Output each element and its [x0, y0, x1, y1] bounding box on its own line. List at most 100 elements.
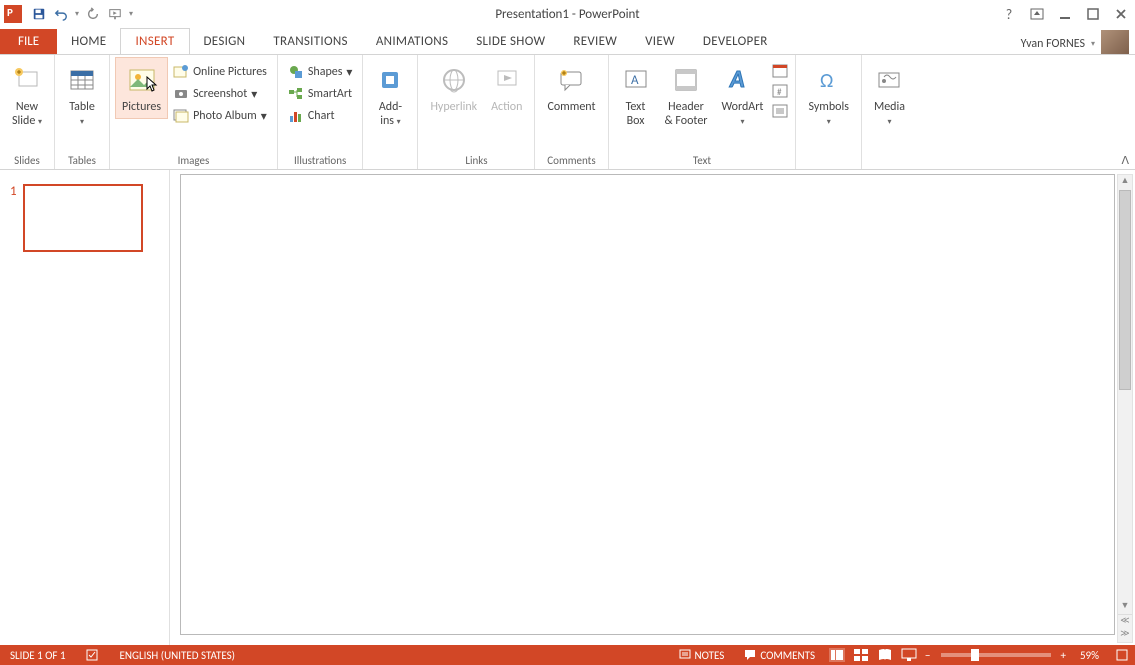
next-slide-icon[interactable]: ≫: [1118, 628, 1132, 642]
group-label-text: Text: [615, 154, 790, 169]
status-language[interactable]: ENGLISH (UNITED STATES): [110, 649, 245, 662]
user-dropdown-icon[interactable]: ▾: [1091, 39, 1095, 49]
fit-to-window-button[interactable]: [1109, 648, 1135, 662]
tab-insert[interactable]: INSERT: [120, 28, 189, 55]
group-label-illustrations: Illustrations: [284, 154, 357, 169]
online-pictures-icon: [173, 64, 189, 80]
zoom-slider[interactable]: [941, 653, 1051, 657]
smartart-icon: [288, 86, 304, 102]
notes-icon: [679, 649, 691, 661]
thumbnail-number: 1: [10, 184, 17, 252]
redo-icon[interactable]: [82, 3, 104, 25]
title-bar: ▾ ▾ Presentation1 - PowerPoint ?: [0, 0, 1135, 28]
tab-slideshow[interactable]: SLIDE SHOW: [462, 29, 559, 54]
zoom-slider-knob[interactable]: [971, 649, 979, 661]
maximize-icon[interactable]: [1083, 4, 1103, 24]
tab-review[interactable]: REVIEW: [559, 29, 631, 54]
undo-icon[interactable]: [50, 3, 72, 25]
smartart-button[interactable]: SmartArt: [284, 84, 357, 104]
screenshot-button[interactable]: Screenshot ▾: [169, 84, 271, 104]
screenshot-icon: [173, 86, 189, 102]
zoom-level[interactable]: 59%: [1070, 649, 1109, 662]
addins-button[interactable]: Add- ins ▾: [369, 58, 411, 133]
undo-dropdown-icon[interactable]: ▾: [72, 3, 82, 25]
group-addins: Add- ins ▾: [363, 55, 418, 169]
window-title: Presentation1 - PowerPoint: [0, 7, 1135, 22]
svg-text:A: A: [631, 73, 639, 88]
tab-transitions[interactable]: TRANSITIONS: [259, 29, 361, 54]
new-slide-button[interactable]: New Slide ▾: [6, 58, 48, 133]
start-from-beginning-icon[interactable]: [104, 3, 126, 25]
ribbon-display-icon[interactable]: [1027, 4, 1047, 24]
date-time-button[interactable]: [771, 62, 789, 80]
table-button[interactable]: Table▾: [61, 58, 103, 133]
zoom-in-button[interactable]: +: [1057, 649, 1070, 662]
group-label-addins: [369, 167, 411, 169]
thumbnail-preview[interactable]: [23, 184, 143, 252]
view-slideshow-button[interactable]: [897, 648, 921, 662]
shapes-icon: [288, 64, 304, 80]
cursor-icon: [146, 76, 160, 92]
qat-customize-icon[interactable]: ▾: [126, 3, 136, 25]
collapse-ribbon-icon[interactable]: ᐱ: [1121, 154, 1129, 167]
normal-view-icon: [829, 648, 845, 662]
tab-home[interactable]: HOME: [57, 29, 120, 54]
group-label-links: Links: [424, 154, 528, 169]
fit-icon: [1115, 648, 1129, 662]
action-button[interactable]: Action: [485, 58, 528, 118]
sorter-view-icon: [853, 648, 869, 662]
group-label-media: [868, 167, 911, 169]
slideshow-view-icon: [901, 648, 917, 662]
status-notes[interactable]: NOTES: [669, 649, 735, 662]
close-icon[interactable]: [1111, 4, 1131, 24]
scroll-thumb[interactable]: [1119, 190, 1131, 390]
user-name: Yvan FORNES: [1021, 37, 1085, 51]
tab-design[interactable]: DESIGN: [190, 29, 260, 54]
status-spellcheck[interactable]: [76, 648, 110, 662]
thumbnail-1[interactable]: 1: [10, 184, 159, 252]
status-slide-count[interactable]: SLIDE 1 OF 1: [0, 649, 76, 662]
chart-button[interactable]: Chart: [284, 106, 357, 126]
online-pictures-button[interactable]: Online Pictures: [169, 62, 271, 82]
photo-album-button[interactable]: Photo Album ▾: [169, 106, 271, 126]
group-text: A Text Box Header & Footer A WordArt▾ # …: [609, 55, 797, 169]
group-label-images: Images: [116, 154, 271, 169]
slide-number-button[interactable]: #: [771, 82, 789, 100]
save-icon[interactable]: [28, 3, 50, 25]
spellcheck-icon: [86, 648, 100, 662]
object-button[interactable]: [771, 102, 789, 120]
text-box-button[interactable]: A Text Box: [615, 58, 657, 132]
tab-animations[interactable]: ANIMATIONS: [362, 29, 462, 54]
prev-slide-icon[interactable]: ≪: [1118, 614, 1132, 628]
view-sorter-button[interactable]: [849, 648, 873, 662]
wordart-button[interactable]: A WordArt▾: [715, 58, 769, 133]
tab-developer[interactable]: DEVELOPER: [689, 29, 782, 54]
minimize-icon[interactable]: [1055, 4, 1075, 24]
media-button[interactable]: Media▾: [868, 58, 911, 133]
comment-button[interactable]: Comment: [541, 58, 601, 118]
group-label-tables: Tables: [61, 154, 103, 169]
help-icon[interactable]: ?: [999, 4, 1019, 24]
slide-canvas[interactable]: [180, 174, 1115, 635]
status-bar: SLIDE 1 OF 1 ENGLISH (UNITED STATES) NOT…: [0, 645, 1135, 665]
photo-album-icon: [173, 108, 189, 124]
header-footer-button[interactable]: Header & Footer: [659, 58, 714, 132]
comments-icon: [744, 649, 756, 661]
tab-file[interactable]: FILE: [0, 29, 57, 54]
view-reading-button[interactable]: [873, 648, 897, 662]
zoom-out-button[interactable]: −: [921, 649, 934, 662]
tab-view[interactable]: VIEW: [631, 29, 689, 54]
view-normal-button[interactable]: [825, 648, 849, 662]
scroll-down-icon[interactable]: ▼: [1118, 600, 1132, 614]
symbols-button[interactable]: Ω Symbols▾: [802, 58, 854, 133]
status-comments[interactable]: COMMENTS: [734, 649, 825, 662]
app-icon: [4, 5, 22, 23]
hyperlink-button[interactable]: Hyperlink: [424, 58, 483, 118]
pictures-button[interactable]: Pictures: [116, 58, 167, 118]
group-label-slides: Slides: [6, 154, 48, 169]
group-label-comments: Comments: [541, 154, 601, 169]
scroll-up-icon[interactable]: ▲: [1118, 175, 1132, 189]
group-symbols: Ω Symbols▾: [796, 55, 861, 169]
shapes-button[interactable]: Shapes ▾: [284, 62, 357, 82]
vertical-scrollbar[interactable]: ▲ ▼ ≪ ≫: [1117, 174, 1133, 643]
